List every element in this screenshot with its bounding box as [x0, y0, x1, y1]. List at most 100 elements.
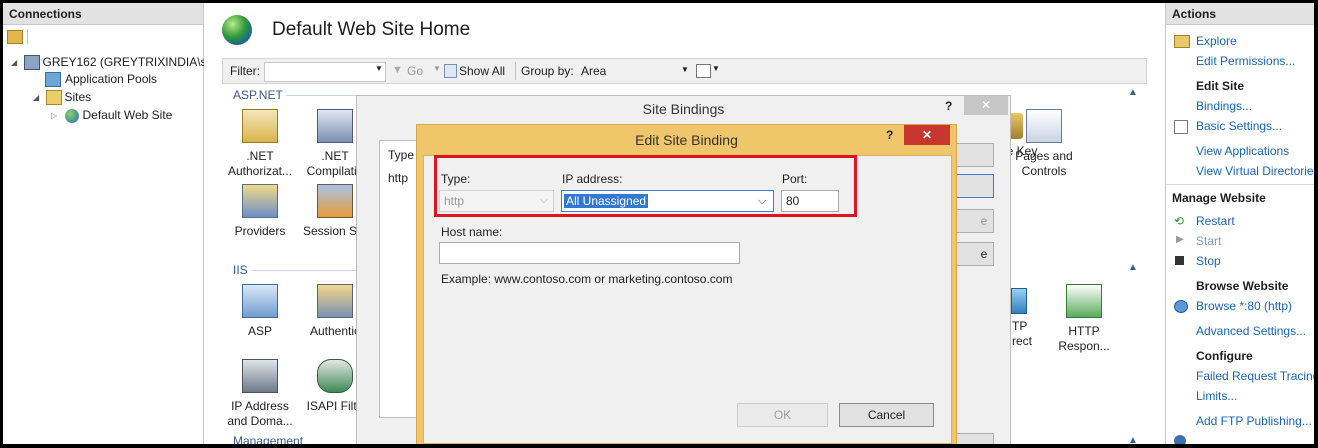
edit-binding-help-button[interactable]: ? [886, 128, 893, 142]
site-bindings-title: Site Bindings [642, 101, 725, 117]
tree-server-label: GREY162 (GREYTRIXINDIA\sre [42, 55, 218, 69]
filter-funnel-icon: ▼ [392, 64, 403, 76]
sites-folder-icon [45, 90, 62, 106]
bindings-list[interactable]: Type http [379, 140, 421, 418]
dropdown-arrow-icon[interactable]: ▼ [681, 65, 689, 74]
collapse-group-icon[interactable]: ▲ [1128, 87, 1138, 98]
iis-manager-window: Connections ◢ GREY162 (GREYTRIXINDIA\sre… [3, 3, 1314, 444]
action-failed-request-tracing[interactable]: Failed Request Tracing... [1196, 369, 1314, 383]
group-management-header[interactable]: Management [233, 434, 303, 444]
feature-asp[interactable]: ASP [224, 284, 296, 339]
site-bindings-help-button[interactable]: ? [945, 99, 952, 113]
browse-website-header: Browse Website [1196, 279, 1289, 293]
tree-default-site-label: Default Web Site [82, 108, 173, 122]
feature-http-response[interactable]: HTTP Respon... [1048, 284, 1120, 354]
action-add-ftp-publishing[interactable]: Add FTP Publishing... [1196, 414, 1312, 428]
action-view-applications[interactable]: View Applications [1196, 144, 1289, 158]
filter-input[interactable] [264, 62, 386, 82]
actions-header: Actions [1166, 3, 1314, 25]
show-all-icon [444, 64, 457, 78]
edit-binding-close-button[interactable]: ✕ [904, 125, 950, 145]
show-all-button[interactable]: Show All [459, 64, 505, 78]
feature-label: .NET Authorizat... [227, 149, 293, 178]
help-icon[interactable] [1174, 435, 1186, 444]
port-label: Port: [782, 172, 808, 186]
view-mode-icon[interactable] [696, 64, 711, 78]
feature-label: Providers [234, 224, 286, 238]
action-bindings[interactable]: Bindings... [1196, 99, 1252, 113]
collapse-arrow-icon[interactable]: ▷ [51, 108, 57, 124]
port-input[interactable]: 80 [781, 190, 839, 212]
feature-label: ASP [247, 324, 272, 338]
bindings-row-type[interactable]: http [388, 171, 408, 185]
connections-header: Connections [3, 3, 203, 25]
asp-icon [242, 284, 278, 318]
expand-arrow-icon[interactable]: ◢ [33, 90, 39, 106]
add-binding-button[interactable] [954, 143, 994, 167]
collapse-group-icon[interactable]: ▲ [1128, 435, 1138, 444]
group-iis-header[interactable]: IIS [233, 263, 248, 277]
tree-app-pools-label: Application Pools [65, 72, 158, 86]
filter-label: Filter: [230, 64, 260, 78]
feature-net-authorization[interactable]: .NET Authorizat... [224, 109, 296, 179]
host-name-input[interactable] [439, 242, 740, 264]
tree-node-sites[interactable]: ◢ Sites [33, 89, 91, 106]
section-divider [1166, 184, 1314, 185]
edit-binding-titlebar: Edit Site Binding ? ✕ [417, 125, 956, 153]
connect-icon[interactable] [7, 30, 23, 44]
action-view-virtual-dirs[interactable]: View Virtual Directories [1196, 164, 1314, 178]
action-basic-settings[interactable]: Basic Settings... [1196, 119, 1282, 133]
authentication-icon [317, 284, 353, 318]
cancel-button[interactable]: Cancel [839, 403, 934, 427]
group-by-label: Group by: [521, 64, 574, 78]
action-explore[interactable]: Explore [1196, 34, 1237, 48]
ok-button[interactable]: OK [737, 403, 828, 427]
http-response-icon [1066, 284, 1102, 318]
tree-sites-label: Sites [64, 90, 92, 104]
tree-node-app-pools[interactable]: Application Pools [45, 71, 158, 88]
site-bindings-titlebar: Site Bindings ? ✕ [357, 96, 1010, 122]
type-select[interactable]: http ⌵ [439, 190, 554, 212]
action-stop[interactable]: Stop [1196, 254, 1221, 268]
group-aspnet-header[interactable]: ASP.NET [233, 88, 283, 102]
edit-binding-button[interactable] [954, 174, 994, 198]
chevron-down-icon: ⌵ [758, 195, 767, 207]
configure-header: Configure [1196, 349, 1253, 363]
connections-pane: Connections ◢ GREY162 (GREYTRIXINDIA\sre… [3, 3, 217, 444]
go-button[interactable]: Go [407, 64, 423, 78]
filter-divider [515, 62, 516, 80]
collapse-group-icon[interactable]: ▲ [1128, 262, 1138, 273]
http-redirect-icon [1011, 288, 1027, 314]
bindings-col-type[interactable]: Type [388, 148, 414, 162]
action-edit-permissions[interactable]: Edit Permissions... [1196, 54, 1295, 68]
remove-binding-button[interactable]: e [954, 209, 994, 233]
view-dropdown-icon[interactable]: ▼ [712, 64, 720, 73]
isapi-filters-icon [317, 359, 353, 393]
feature-providers[interactable]: Providers [224, 184, 296, 239]
restart-icon: ⟲ [1174, 214, 1185, 228]
site-bindings-close-button[interactable]: ✕ [964, 96, 1008, 115]
go-dropdown-icon[interactable]: ▼ [433, 64, 441, 73]
tree-node-server[interactable]: ◢ GREY162 (GREYTRIXINDIA\sre [11, 54, 217, 71]
tree-node-default-site[interactable]: ▷ Default Web Site [51, 107, 172, 124]
action-restart[interactable]: Restart [1196, 214, 1235, 228]
ip-address-icon [242, 359, 278, 393]
action-advanced-settings[interactable]: Advanced Settings... [1196, 324, 1306, 338]
action-limits[interactable]: Limits... [1196, 389, 1237, 403]
chevron-down-icon: ⌵ [540, 195, 548, 206]
feature-http-redirect-partial[interactable]: TP rect [1012, 319, 1032, 349]
feature-ip-address[interactable]: IP Address and Doma... [224, 359, 296, 429]
group-by-value: Area [581, 64, 607, 78]
close-binding-button[interactable] [954, 433, 994, 444]
action-start[interactable]: Start [1196, 234, 1221, 248]
expand-arrow-icon[interactable]: ◢ [11, 55, 17, 71]
net-compilation-icon [317, 109, 353, 143]
action-browse-80[interactable]: Browse *:80 (http) [1196, 299, 1292, 313]
explore-icon [1174, 35, 1190, 48]
browse-binding-button[interactable]: e [954, 242, 994, 266]
host-name-example: Example: www.contoso.com or marketing.co… [441, 272, 733, 286]
ip-address-select[interactable]: All Unassigned ⌵ [561, 190, 774, 212]
dropdown-arrow-icon[interactable]: ▼ [375, 64, 383, 73]
host-name-label: Host name: [441, 225, 503, 239]
group-by-select[interactable]: Area ▼ [579, 62, 689, 80]
